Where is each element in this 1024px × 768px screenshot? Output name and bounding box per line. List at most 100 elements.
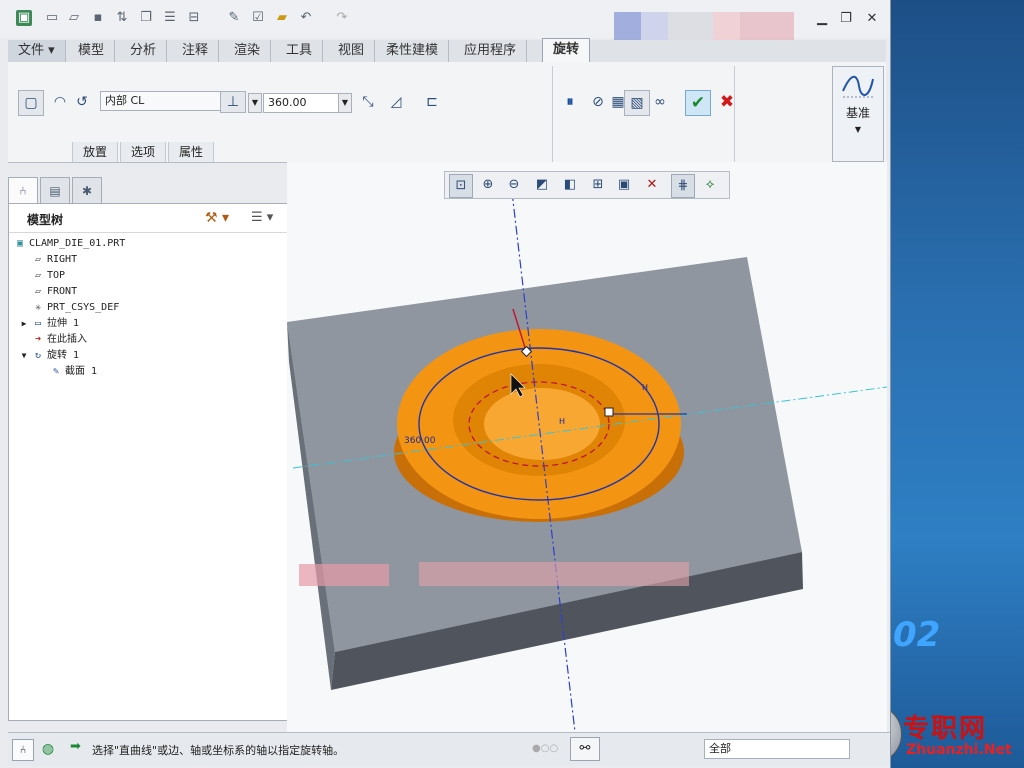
tree-item[interactable]: ▶ ▭ 拉伸 1 <box>13 316 283 332</box>
datum-button[interactable]: 基准 ▼ <box>832 66 884 162</box>
tree-item[interactable]: ▱ FRONT <box>13 284 283 300</box>
dimension-label: 360.00 <box>404 436 436 446</box>
remove-material-icon[interactable]: ◿ <box>384 90 408 114</box>
tree-item-label: TOP <box>47 270 66 281</box>
model-tree-tab-icon[interactable]: ⑃ <box>8 177 38 204</box>
tab-model[interactable]: 模型 <box>68 40 116 62</box>
new-file-icon[interactable]: ▭ <box>44 10 60 26</box>
tab-revolve[interactable]: 旋转 <box>542 38 591 64</box>
tree-item-label: 旋转 1 <box>47 350 80 361</box>
saved-views-icon[interactable]: ⊞ <box>587 174 609 196</box>
logo-text-cn: 专职网 <box>903 714 988 744</box>
flip-direction-icon[interactable]: ⤡ <box>356 90 380 114</box>
zoom-in-icon[interactable]: ⊕ <box>477 174 499 196</box>
erase-icon[interactable]: ✎ <box>226 10 242 26</box>
tree-toggle-icon[interactable]: ⑃ <box>12 739 34 761</box>
angle-field[interactable]: 360.00 <box>263 93 339 113</box>
open-file-icon[interactable]: ▱ <box>66 10 82 26</box>
datum-label: 基准 <box>845 106 870 120</box>
app-icon[interactable]: ▣ <box>16 10 32 26</box>
cancel-button[interactable]: ✖ <box>715 90 739 114</box>
tree-settings-icon[interactable]: ⚒ ▾ <box>205 210 229 226</box>
tree-item-label: 在此插入 <box>47 334 87 345</box>
subtab-options[interactable]: 选项 <box>120 142 167 162</box>
ok-button[interactable]: ✔ <box>685 90 711 116</box>
expand-icon[interactable]: ▶ <box>19 316 29 332</box>
view-manager-icon[interactable]: ▣ <box>613 174 635 196</box>
collapse-icon[interactable]: ▼ <box>19 348 29 364</box>
tree-item-label: RIGHT <box>47 254 78 265</box>
favorites-tab-icon[interactable]: ✱ <box>72 177 102 205</box>
angle-dropdown[interactable]: ▼ <box>338 93 352 113</box>
redo-icon[interactable]: ↷ <box>334 10 350 26</box>
status-message: 选择"直曲线"或边、轴或坐标系的轴以指定旋转轴。 <box>92 744 345 757</box>
regenerate-icon[interactable]: ⇅ <box>114 10 130 26</box>
selection-filter[interactable]: 全部 <box>704 739 850 759</box>
tree-item[interactable]: ✎ 截面 1 <box>13 364 283 380</box>
tree-show-icon[interactable]: ☰ ▾ <box>251 210 273 225</box>
model-tree-panel: 模型树 ⚒ ▾ ☰ ▾ ▣ CLAMP_DIE_01.PRT ▱ RIGHT ▱ TOP ▱… <box>8 203 288 721</box>
revolve-axis-icon[interactable]: ↺ <box>70 90 94 114</box>
h-constraint-label-2: H <box>559 417 565 426</box>
display-style-icon[interactable]: ◧ <box>559 174 581 196</box>
verify-mode-icon[interactable]: ▧ <box>624 90 650 116</box>
zoom-out-icon[interactable]: ⊖ <box>503 174 525 196</box>
tree-item[interactable]: ▼ ↻ 旋转 1 <box>13 348 283 364</box>
tab-render[interactable]: 渲染 <box>224 40 272 62</box>
refit-icon[interactable]: ⊡ <box>449 174 473 198</box>
blurred-watermark <box>299 564 389 586</box>
find-icon[interactable]: ⚯ <box>570 737 600 761</box>
extrude-icon: ▭ <box>34 318 42 329</box>
subtab-properties[interactable]: 属性 <box>168 142 215 162</box>
copy-icon[interactable]: ❐ <box>138 10 154 26</box>
tree-item[interactable]: ▱ TOP <box>13 268 283 284</box>
logo-text-en: Zhuanzhi.Net <box>906 742 1012 758</box>
insert-arrow-icon: ➜ <box>34 334 42 345</box>
minimize-button[interactable]: ▁ <box>812 10 832 28</box>
annotation-display-icon[interactable]: ⋕ <box>671 174 695 198</box>
maximize-button[interactable]: ❐ <box>836 10 856 28</box>
tab-file[interactable]: 文件 ▾ <box>8 40 66 62</box>
repaint-icon[interactable]: ◩ <box>531 174 553 196</box>
close-button[interactable]: ✕ <box>862 10 882 28</box>
tab-annotate[interactable]: 注释 <box>172 40 220 62</box>
model-tree-title: 模型树 <box>27 213 64 227</box>
tree-item-label: 拉伸 1 <box>47 318 80 329</box>
glasses-icon[interactable]: ∞ <box>648 90 672 114</box>
properties-icon[interactable]: ☰ <box>162 10 178 26</box>
tab-view[interactable]: 视图 <box>328 40 376 62</box>
tab-flexible-modeling[interactable]: 柔性建模 <box>376 40 450 62</box>
check-icon[interactable]: ☑ <box>250 10 266 26</box>
tab-analysis[interactable]: 分析 <box>120 40 168 62</box>
part-icon: ▣ <box>16 238 24 249</box>
graphics-area[interactable]: 360.00 H H <box>287 162 888 733</box>
tree-item[interactable]: ➜ 在此插入 <box>13 332 283 348</box>
datum-plane-icon: ▱ <box>34 286 42 297</box>
window-icon[interactable]: ⊟ <box>186 10 202 26</box>
tree-item[interactable]: ▣ CLAMP_DIE_01.PRT <box>13 236 283 252</box>
folder-icon[interactable]: ▰ <box>274 10 290 26</box>
subtab-placement[interactable]: 放置 <box>72 142 119 162</box>
axis-field[interactable]: 内部 CL <box>100 91 221 111</box>
pause-icon[interactable]: ⏸ <box>558 90 582 114</box>
angle-type-dropdown[interactable]: ▼ <box>248 93 262 113</box>
surface-icon[interactable]: ◠ <box>48 90 72 114</box>
save-icon[interactable]: ▪ <box>90 10 106 26</box>
h-constraint-label: H <box>642 383 648 392</box>
datum-display-icon[interactable]: ✕ <box>641 174 663 196</box>
angle-type-icon[interactable]: ⊥ <box>220 91 246 113</box>
menu-bar: 文件 ▾ 模型 分析 注释 渲染 工具 视图 柔性建模 应用程序 旋转 <box>8 38 886 64</box>
tree-item[interactable]: ✳ PRT_CSYS_DEF <box>13 300 283 316</box>
model-tree-header: 模型树 ⚒ ▾ ☰ ▾ <box>9 204 287 233</box>
thicken-icon[interactable]: ⊏ <box>420 90 444 114</box>
datum-plane-icon: ▱ <box>34 254 42 265</box>
browser-icon[interactable]: ◍ <box>38 739 58 759</box>
folder-browser-tab-icon[interactable]: ▤ <box>40 177 70 205</box>
revolve-ribbon: ▢ ◠ ↺ 内部 CL ⊥ ▼ 360.00 ▼ ⤡ ◿ ⊏ 放置 选项 属性 … <box>8 62 886 163</box>
solid-icon[interactable]: ▢ <box>18 90 44 116</box>
tree-item[interactable]: ▱ RIGHT <box>13 252 283 268</box>
tab-tools[interactable]: 工具 <box>276 40 324 62</box>
spin-center-icon[interactable]: ⟡ <box>699 174 721 196</box>
tab-applications[interactable]: 应用程序 <box>454 40 528 62</box>
undo-icon[interactable]: ↶ <box>298 10 314 26</box>
